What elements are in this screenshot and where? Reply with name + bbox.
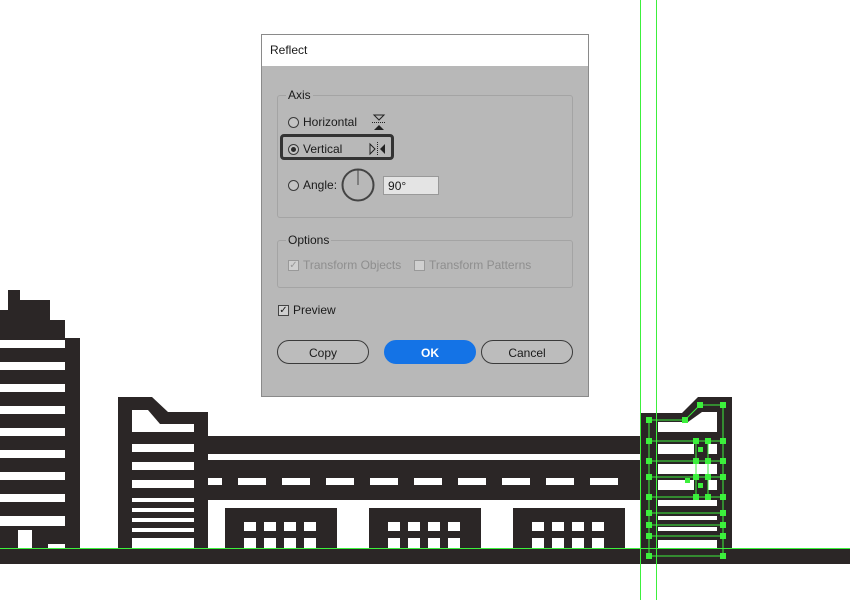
- check-icon[interactable]: ✓: [278, 304, 289, 316]
- vertical-label: Vertical: [303, 142, 343, 156]
- dialog-title: Reflect: [262, 35, 588, 66]
- copy-button[interactable]: Copy: [277, 340, 369, 364]
- transform-patterns-checkbox[interactable]: Transform Patterns: [414, 258, 531, 272]
- checkbox-empty[interactable]: [414, 259, 425, 271]
- axis-label: Axis: [286, 88, 313, 102]
- middle-building: [118, 397, 208, 548]
- left-building: [0, 290, 80, 548]
- options-group: Options ✓ Transform Objects Transform Pa…: [277, 233, 573, 288]
- ok-button[interactable]: OK: [384, 340, 476, 364]
- horizontal-radio[interactable]: Horizontal: [288, 113, 387, 131]
- transform-objects-label: Transform Objects: [303, 258, 402, 272]
- transform-patterns-label: Transform Patterns: [429, 258, 532, 272]
- axis-group: Axis Horizontal Vertical Angle: 90°: [277, 88, 573, 218]
- angle-input[interactable]: 90°: [383, 175, 440, 195]
- transform-objects-checkbox[interactable]: ✓ Transform Objects: [288, 258, 401, 272]
- radio-button[interactable]: [288, 179, 299, 191]
- angle-label: Angle:: [303, 178, 338, 192]
- check-icon[interactable]: ✓: [288, 259, 299, 271]
- cancel-button[interactable]: Cancel: [481, 340, 573, 364]
- angle-dial-icon[interactable]: [341, 168, 375, 202]
- reflect-vertical-icon: [369, 142, 386, 156]
- angle-radio[interactable]: Angle: 90°: [288, 168, 440, 202]
- reflect-dialog: Reflect Axis Horizontal Vertical Angle: …: [261, 34, 589, 397]
- options-label: Options: [286, 233, 332, 247]
- vertical-radio[interactable]: Vertical: [288, 141, 386, 157]
- radio-button[interactable]: [288, 116, 299, 128]
- horizontal-label: Horizontal: [303, 115, 358, 129]
- radio-button-selected[interactable]: [288, 143, 299, 155]
- preview-label: Preview: [293, 303, 336, 317]
- preview-checkbox[interactable]: ✓ Preview: [278, 303, 336, 317]
- reflect-horizontal-icon: [372, 114, 387, 130]
